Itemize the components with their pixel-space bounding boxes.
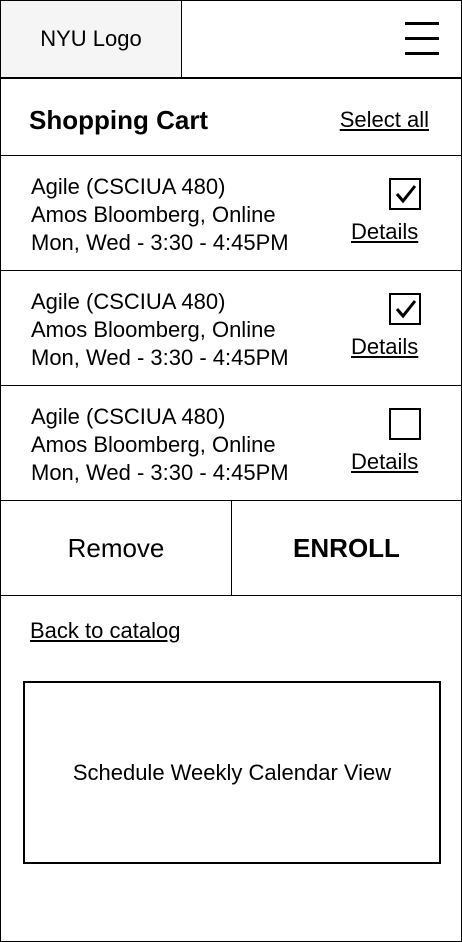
- details-link[interactable]: Details: [351, 219, 418, 245]
- cart-header: Shopping Cart Select all: [1, 79, 461, 156]
- menu-line: [405, 37, 439, 40]
- nyu-logo[interactable]: NYU Logo: [1, 1, 182, 77]
- page-title: Shopping Cart: [29, 105, 209, 135]
- calendar-label: Schedule Weekly Calendar View: [72, 759, 392, 785]
- back-to-catalog-link[interactable]: Back to catalog: [30, 618, 180, 644]
- details-link[interactable]: Details: [351, 449, 418, 475]
- enroll-button[interactable]: ENROLL: [232, 501, 461, 595]
- remove-button[interactable]: Remove: [1, 501, 232, 595]
- action-bar: Remove ENROLL: [1, 501, 461, 596]
- details-link[interactable]: Details: [351, 334, 418, 360]
- weekly-calendar-placeholder: Schedule Weekly Calendar View: [23, 681, 441, 864]
- course-info: Agile (CSCIUA 480) Amos Bloomberg, Onlin…: [31, 173, 289, 257]
- course-checkbox[interactable]: [389, 293, 421, 325]
- checkmark-icon: [395, 185, 417, 204]
- app-frame: NYU Logo Shopping Cart Select all Agile …: [0, 0, 462, 942]
- course-name: Agile (CSCIUA 480): [31, 404, 226, 429]
- course-checkbox[interactable]: [389, 408, 421, 440]
- menu-line: [405, 22, 439, 25]
- course-row: Agile (CSCIUA 480) Amos Bloomberg, Onlin…: [1, 271, 461, 386]
- select-all-link[interactable]: Select all: [340, 107, 429, 133]
- course-row: Agile (CSCIUA 480) Amos Bloomberg, Onlin…: [1, 156, 461, 271]
- course-instructor: Amos Bloomberg, Online: [31, 317, 276, 342]
- course-instructor: Amos Bloomberg, Online: [31, 432, 276, 457]
- course-name: Agile (CSCIUA 480): [31, 289, 226, 314]
- course-row: Agile (CSCIUA 480) Amos Bloomberg, Onlin…: [1, 386, 461, 501]
- menu-line: [405, 52, 439, 55]
- course-schedule: Mon, Wed - 3:30 - 4:45PM: [31, 230, 289, 255]
- course-name: Agile (CSCIUA 480): [31, 174, 226, 199]
- course-schedule: Mon, Wed - 3:30 - 4:45PM: [31, 345, 289, 370]
- course-info: Agile (CSCIUA 480) Amos Bloomberg, Onlin…: [31, 403, 289, 487]
- hamburger-menu-icon[interactable]: [405, 21, 439, 57]
- checkmark-icon: [395, 300, 417, 319]
- header-bar: NYU Logo: [1, 1, 461, 79]
- course-checkbox[interactable]: [389, 178, 421, 210]
- course-schedule: Mon, Wed - 3:30 - 4:45PM: [31, 460, 289, 485]
- course-info: Agile (CSCIUA 480) Amos Bloomberg, Onlin…: [31, 288, 289, 372]
- course-instructor: Amos Bloomberg, Online: [31, 202, 276, 227]
